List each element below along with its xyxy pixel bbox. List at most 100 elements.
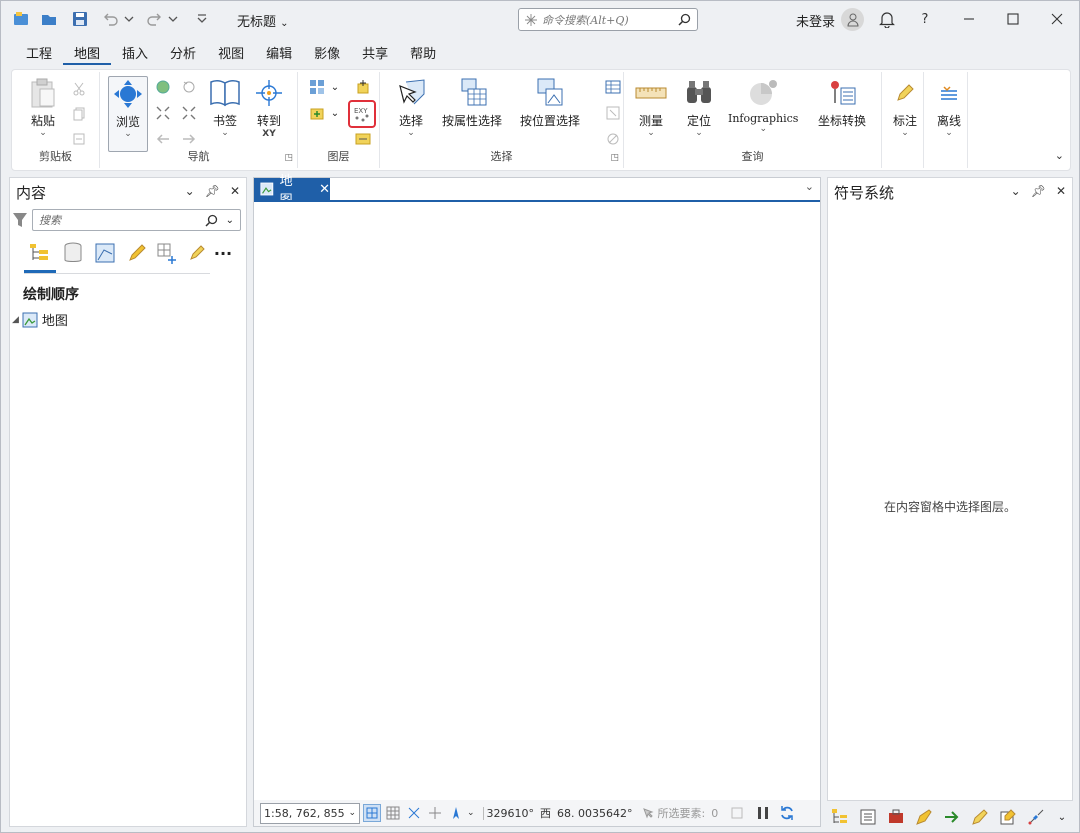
- tab-8[interactable]: 帮助: [399, 41, 447, 65]
- attributes-arrow-dock-icon[interactable]: [941, 807, 963, 827]
- clear-selection-icon[interactable]: [604, 130, 622, 148]
- chevron-down-icon[interactable]: ⌄: [326, 104, 344, 122]
- select-button[interactable]: 选择 ⌄: [394, 76, 428, 138]
- ribbon-collapse-icon[interactable]: ⌄: [1055, 149, 1064, 162]
- grid-snap-icon[interactable]: [363, 804, 381, 822]
- help-button[interactable]: ?: [915, 9, 935, 29]
- close-window-icon[interactable]: [1047, 9, 1067, 29]
- edit-dock-icon[interactable]: [969, 807, 991, 827]
- save-project-icon[interactable]: [70, 10, 90, 28]
- bookmarks-button[interactable]: 书签 ⌄: [208, 76, 242, 138]
- chevron-down-icon[interactable]: ⌄: [467, 808, 475, 818]
- chevron-down-icon[interactable]: [163, 10, 183, 28]
- list-by-source-icon[interactable]: [62, 242, 84, 264]
- tab-7[interactable]: 共享: [351, 41, 399, 65]
- chevron-down-icon[interactable]: ⌄: [326, 78, 344, 96]
- close-pane-icon[interactable]: ✕: [1056, 184, 1066, 198]
- pane-options-icon[interactable]: ⌄: [1011, 184, 1021, 198]
- new-project-icon[interactable]: [11, 10, 31, 28]
- goto-xy-button[interactable]: 转到 XY: [252, 76, 286, 139]
- refresh-icon[interactable]: [778, 804, 796, 822]
- close-pane-icon[interactable]: ✕: [230, 184, 240, 198]
- offline-button[interactable]: 离线 ⌄: [932, 76, 966, 138]
- more-dock-tools-icon[interactable]: ⌄: [1051, 807, 1073, 827]
- symbology-dock-icon[interactable]: [913, 807, 935, 827]
- zoom-out-fixed-icon[interactable]: [180, 104, 198, 122]
- open-project-icon[interactable]: [39, 10, 59, 28]
- forward-arrow-icon[interactable]: [180, 130, 198, 148]
- xy-table-to-point-icon[interactable]: EXY: [348, 100, 376, 128]
- close-tab-icon[interactable]: ✕: [319, 182, 330, 197]
- copy-icon[interactable]: [70, 105, 88, 123]
- tab-list-icon[interactable]: ⌄: [805, 180, 814, 193]
- attributes-icon[interactable]: [604, 78, 622, 96]
- avatar[interactable]: [841, 8, 864, 31]
- pause-drawing-icon[interactable]: [754, 804, 772, 822]
- select-by-location-button[interactable]: 按位置选择: [520, 76, 580, 129]
- chevron-down-icon[interactable]: [119, 10, 139, 28]
- snapping-icon[interactable]: [426, 804, 444, 822]
- tab-1[interactable]: 地图: [63, 41, 112, 65]
- tab-5[interactable]: 编辑: [255, 41, 303, 65]
- convert-coordinates-button[interactable]: 坐标转换: [818, 76, 866, 129]
- list-by-drawing-order-icon[interactable]: [28, 242, 50, 264]
- map-view[interactable]: 地图 ✕ ⌄ 1:58, 762, 855 ⌄ ⌄ 329610° 西 68. 0…: [253, 174, 821, 827]
- contents-search-input[interactable]: 搜索: [33, 212, 205, 228]
- explore-button[interactable]: 浏览 ⌄: [108, 76, 148, 152]
- cut-icon[interactable]: [70, 80, 88, 98]
- list-by-selection-icon[interactable]: [94, 242, 116, 264]
- more-options-icon[interactable]: ···: [212, 242, 234, 264]
- zoom-to-selection-icon[interactable]: [604, 104, 622, 122]
- document-title[interactable]: 无标题 ⌄: [237, 11, 289, 30]
- filter-icon[interactable]: [12, 211, 28, 229]
- pixel-icon[interactable]: [405, 804, 423, 822]
- select-by-attributes-button[interactable]: 按属性选择: [442, 76, 502, 129]
- modify-features-dock-icon[interactable]: [1025, 807, 1047, 827]
- undo-icon[interactable]: [101, 10, 121, 28]
- pane-options-icon[interactable]: ⌄: [185, 184, 195, 198]
- pin-icon[interactable]: 📌︎: [205, 184, 220, 198]
- command-search-input[interactable]: 命令搜索(Alt+Q): [538, 12, 678, 28]
- map-tree-item[interactable]: ◢ 地图: [12, 310, 68, 329]
- sign-in-link[interactable]: 未登录: [796, 11, 835, 30]
- tab-6[interactable]: 影像: [303, 41, 351, 65]
- minimize-icon[interactable]: [959, 9, 979, 29]
- paste-button[interactable]: 粘贴 ⌄: [26, 76, 60, 138]
- infographics-button[interactable]: Infographics ⌄: [728, 76, 798, 134]
- zoom-in-fixed-icon[interactable]: [154, 104, 172, 122]
- tab-map[interactable]: 地图 ✕: [254, 174, 330, 208]
- add-data-icon[interactable]: [308, 104, 326, 122]
- list-by-labeling-icon[interactable]: [186, 242, 208, 264]
- table-icon[interactable]: [354, 130, 372, 148]
- tab-4[interactable]: 视图: [207, 41, 255, 65]
- customize-toolbar-icon[interactable]: [192, 10, 212, 28]
- create-features-dock-icon[interactable]: [997, 807, 1019, 827]
- basemap-icon[interactable]: [308, 78, 326, 96]
- full-extent-icon[interactable]: [154, 78, 172, 96]
- geoprocessing-dock-icon[interactable]: [885, 807, 907, 827]
- contents-dock-icon[interactable]: [829, 807, 851, 827]
- chevron-down-icon[interactable]: ⌄: [226, 215, 234, 226]
- list-by-snapping-icon[interactable]: [156, 242, 178, 264]
- scale-selector[interactable]: 1:58, 762, 855 ⌄: [260, 802, 360, 824]
- expand-triangle-icon[interactable]: ◢: [12, 315, 19, 325]
- tab-3[interactable]: 分析: [159, 41, 207, 65]
- redo-icon[interactable]: [144, 10, 164, 28]
- previous-extent-icon[interactable]: [180, 78, 198, 96]
- north-arrow-icon[interactable]: [447, 804, 465, 822]
- measure-button[interactable]: 测量 ⌄: [634, 76, 668, 138]
- label-button[interactable]: 标注 ⌄: [888, 76, 922, 138]
- pin-icon[interactable]: 📌︎: [1031, 184, 1046, 198]
- tab-0[interactable]: 工程: [15, 41, 63, 65]
- grid-icon[interactable]: [384, 804, 402, 822]
- locate-button[interactable]: 定位 ⌄: [682, 76, 716, 138]
- tab-2[interactable]: 插入: [111, 41, 159, 65]
- back-arrow-icon[interactable]: [154, 130, 172, 148]
- add-data-from-path-icon[interactable]: [354, 78, 372, 96]
- refresh-selection-icon[interactable]: [728, 804, 746, 822]
- contents-search[interactable]: 搜索 ⌄: [32, 209, 241, 231]
- maximize-icon[interactable]: [1003, 9, 1023, 29]
- command-search[interactable]: 命令搜索(Alt+Q): [518, 8, 698, 31]
- copy-path-icon[interactable]: [70, 130, 88, 148]
- notification-bell-icon[interactable]: [877, 9, 897, 29]
